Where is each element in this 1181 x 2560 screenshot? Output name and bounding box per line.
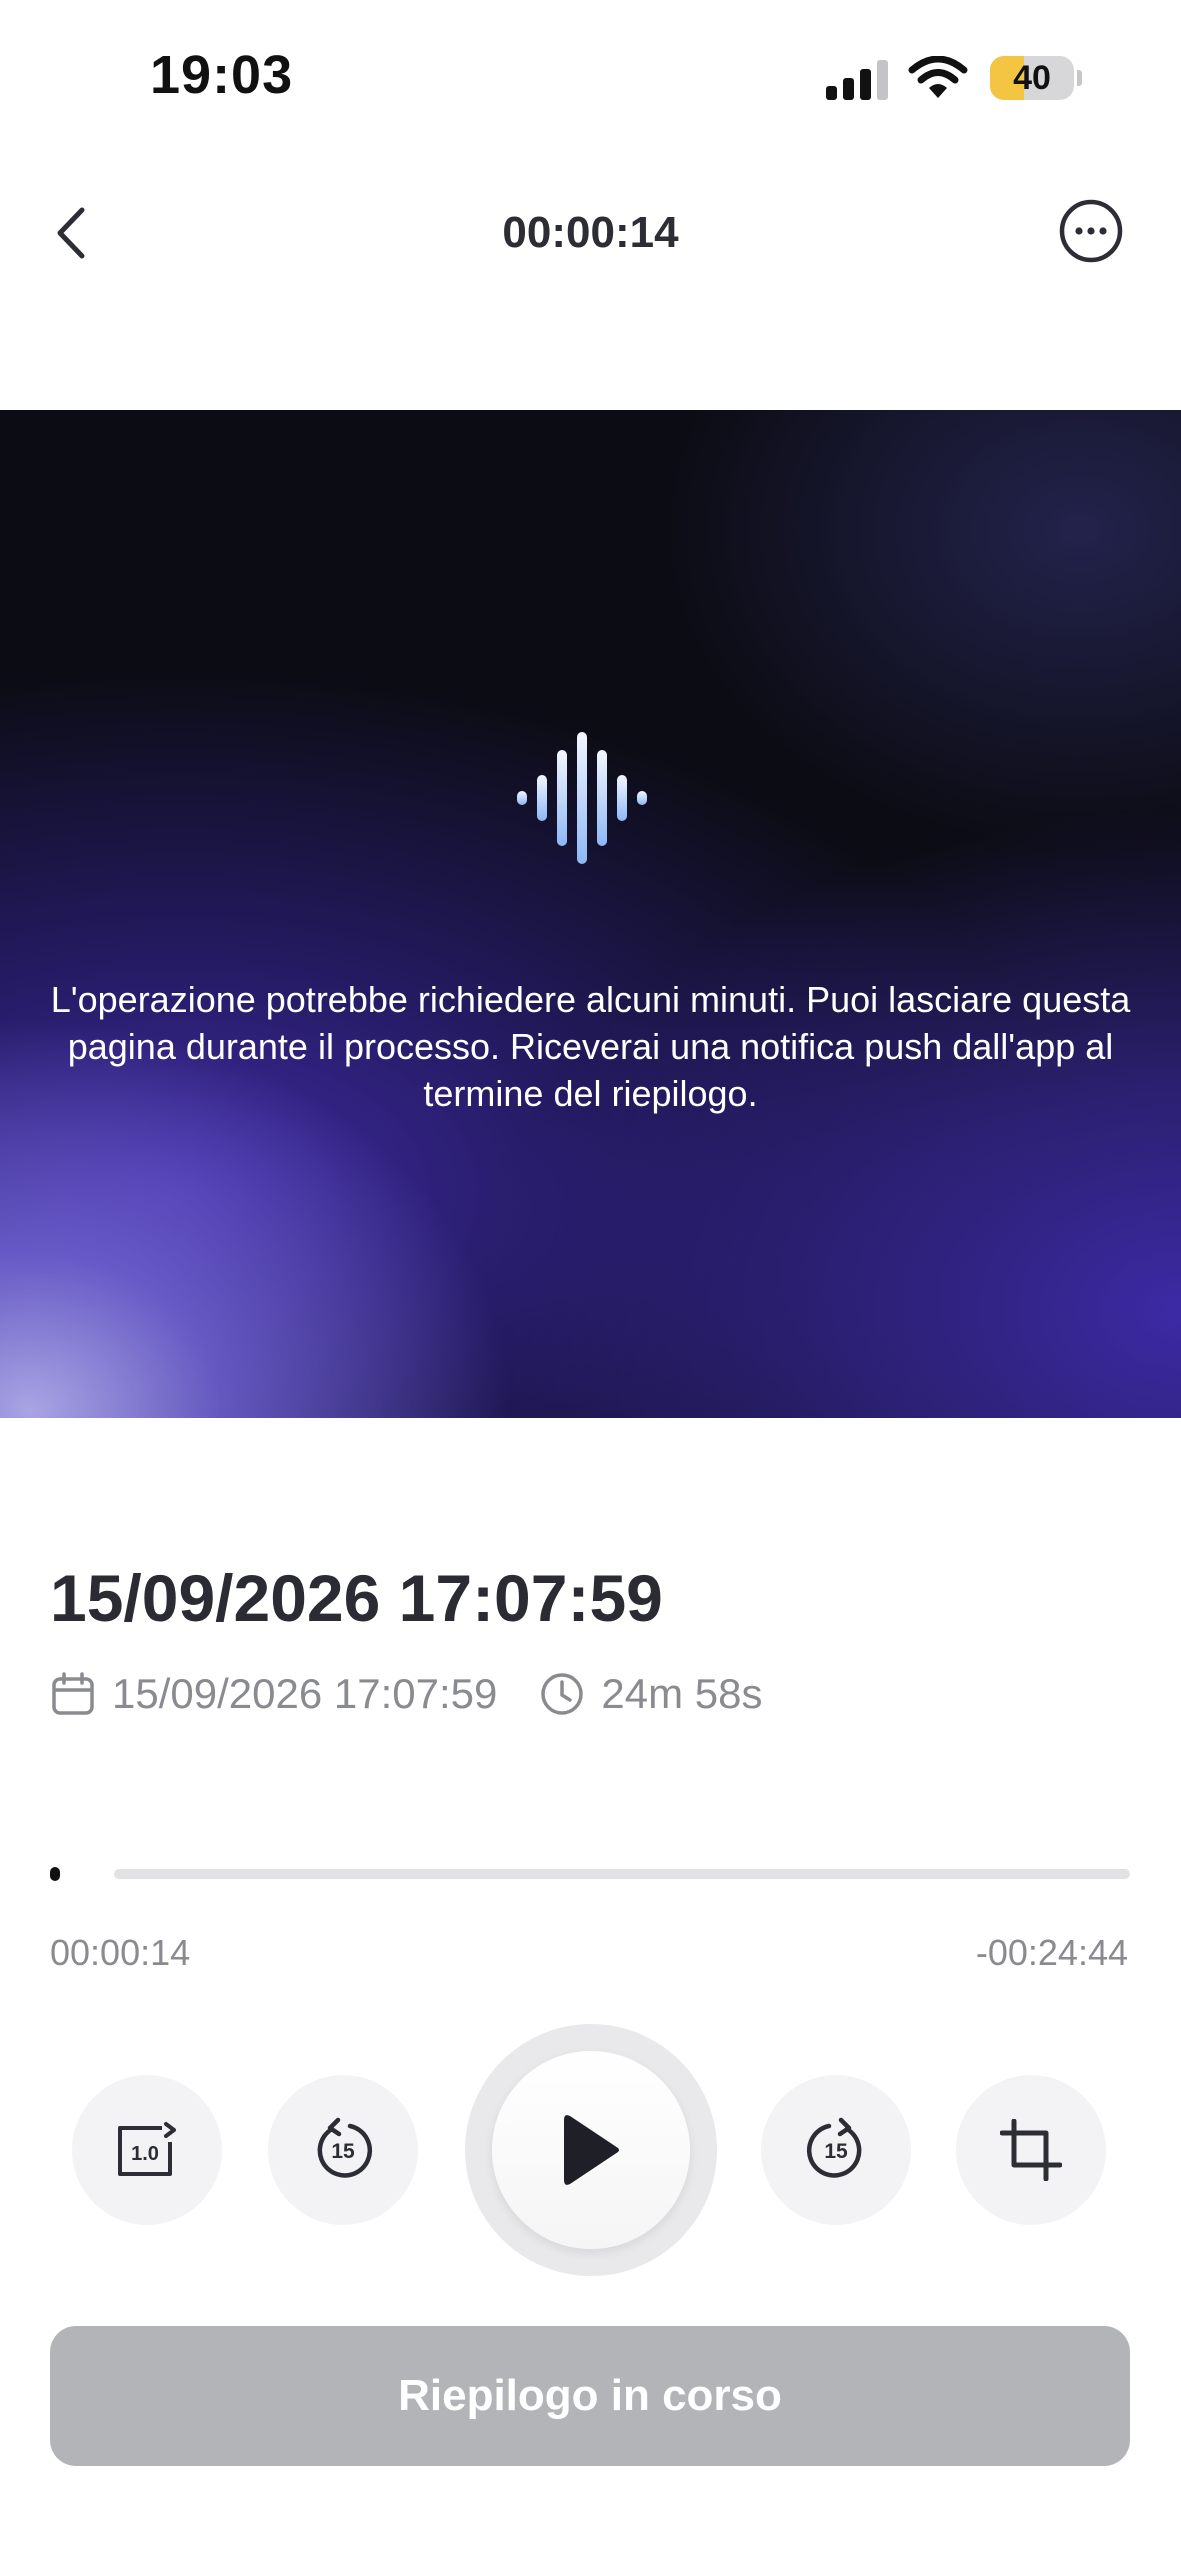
- remaining-time: -00:24:44: [975, 1932, 1128, 1973]
- recording-date-text: 15/09/2026 17:07:59: [112, 1670, 498, 1717]
- calendar-icon: [52, 1672, 94, 1715]
- playback-speed-button[interactable]: 1.0: [72, 2075, 222, 2225]
- rewind-15-icon: 15: [317, 2117, 373, 2178]
- play-button[interactable]: [465, 2024, 717, 2276]
- battery-indicator: 40: [990, 56, 1074, 100]
- clock-icon: [541, 1673, 584, 1715]
- hero-background: [0, 410, 1181, 1418]
- recording-date: 15/09/2026 17:07:59: [50, 1670, 497, 1718]
- wifi-icon: [908, 56, 968, 98]
- summary-in-progress-button[interactable]: Riepilogo in corso: [50, 2326, 1130, 2466]
- recording-meta: 15/09/2026 17:07:59 24m 58s: [50, 1664, 762, 1724]
- ellipsis-circle-icon: [1059, 199, 1123, 263]
- status-bar: 19:03 40: [0, 0, 1181, 150]
- status-time: 19:03: [150, 45, 294, 105]
- forward-15-icon: 15: [806, 2117, 862, 2178]
- processing-panel: L'operazione potrebbe richiedere alcuni …: [0, 410, 1181, 1418]
- more-options-button[interactable]: [1056, 196, 1126, 266]
- playback-speed-icon: 1.0: [118, 2122, 176, 2176]
- rewind-15-button[interactable]: 15: [268, 2075, 418, 2225]
- recording-duration-text: 24m 58s: [601, 1670, 763, 1717]
- page-title: 00:00:14: [502, 208, 679, 257]
- playback-progress-slider[interactable]: [50, 1860, 1130, 1886]
- battery-cap: [1077, 70, 1082, 86]
- crop-icon: [1000, 2119, 1062, 2181]
- forward-seconds: 15: [824, 2140, 848, 2163]
- sound-wave-icon: [517, 732, 647, 864]
- nav-bar: 00:00:14: [0, 170, 1181, 290]
- play-button-face: [492, 2051, 690, 2249]
- speed-label: 1.0: [131, 2143, 159, 2165]
- recording-duration: 24m 58s: [539, 1670, 762, 1718]
- forward-15-button[interactable]: 15: [761, 2075, 911, 2225]
- processing-message: L'operazione potrebbe richiedere alcuni …: [50, 979, 1131, 1114]
- rewind-seconds: 15: [331, 2140, 355, 2163]
- cellular-signal-icon: [826, 60, 888, 100]
- progress-fill: [50, 1867, 60, 1881]
- recording-title: 15/09/2026 17:07:59: [50, 1561, 663, 1635]
- progress-track: [114, 1869, 1130, 1879]
- battery-percentage: 40: [1013, 58, 1051, 97]
- elapsed-time: 00:00:14: [50, 1932, 191, 1973]
- play-icon: [564, 2115, 619, 2185]
- crop-button[interactable]: [956, 2075, 1106, 2225]
